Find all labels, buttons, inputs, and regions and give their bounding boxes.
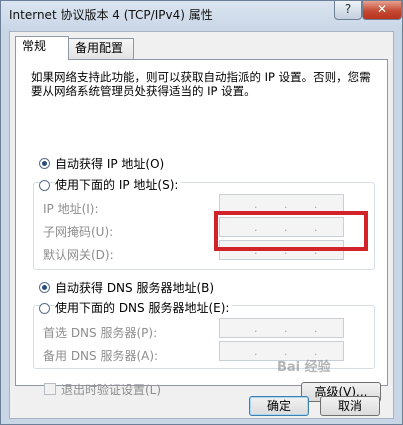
tab-alternate-config[interactable]: 备用配置 [68,38,134,59]
preferred-dns-field: ... [219,318,344,338]
cancel-button-label: 取消 [337,399,362,413]
window-title: Internet 协议版本 4 (TCP/IPv4) 属性 [9,8,213,22]
tab-general[interactable]: 常规 [15,36,69,60]
general-panel: 如果网络支持此功能，则可以获取自动指派的 IP 设置。否则，您需要从网络系统管理… [15,59,388,402]
cancel-button[interactable]: 取消 [320,396,380,416]
validate-checkbox[interactable] [44,383,56,395]
close-icon: ✕ [376,2,388,16]
ip-address-label: IP 地址(I): [43,202,99,216]
question-icon: ? [344,2,352,16]
title-bar[interactable]: Internet 协议版本 4 (TCP/IPv4) 属性 ? ✕ [1,0,402,27]
auto-dns-label: 自动获得 DNS 服务器地址(B) [55,281,215,295]
manual-ip-radio[interactable] [39,180,50,191]
ok-button[interactable]: 确定 [249,396,309,416]
validate-label: 退出时验证设置(L) [61,383,162,397]
auto-ip-radio[interactable] [39,158,50,169]
close-button[interactable]: ✕ [362,0,402,20]
help-button[interactable]: ? [334,0,362,20]
manual-dns-label: 使用下面的 DNS 服务器地址(E): [55,299,233,316]
tab-general-label: 常规 [22,39,47,53]
manual-ip-label: 使用下面的 IP 地址(S): [55,176,182,193]
ok-button-label: 确定 [266,399,291,413]
highlight-box [214,211,368,251]
alternate-dns-label: 备用 DNS 服务器(A): [43,349,159,363]
dialog-body: 常规 备用配置 如果网络支持此功能，则可以获取自动指派的 IP 设置。否则，您需… [9,31,394,419]
subnet-mask-label: 子网掩码(U): [43,225,114,239]
manual-dns-radio[interactable] [39,303,50,314]
auto-ip-label: 自动获得 IP 地址(O) [55,157,165,171]
tab-alternate-label: 备用配置 [75,41,124,55]
gateway-label: 默认网关(D): [43,248,114,262]
auto-dns-radio[interactable] [39,282,50,293]
alternate-dns-field: ... [219,341,344,361]
dialog-window: Internet 协议版本 4 (TCP/IPv4) 属性 ? ✕ 常规 备用配… [0,0,403,425]
preferred-dns-label: 首选 DNS 服务器(P): [43,326,158,340]
description-text: 如果网络支持此功能，则可以获取自动指派的 IP 设置。否则，您需要从网络系统管理… [31,70,371,98]
